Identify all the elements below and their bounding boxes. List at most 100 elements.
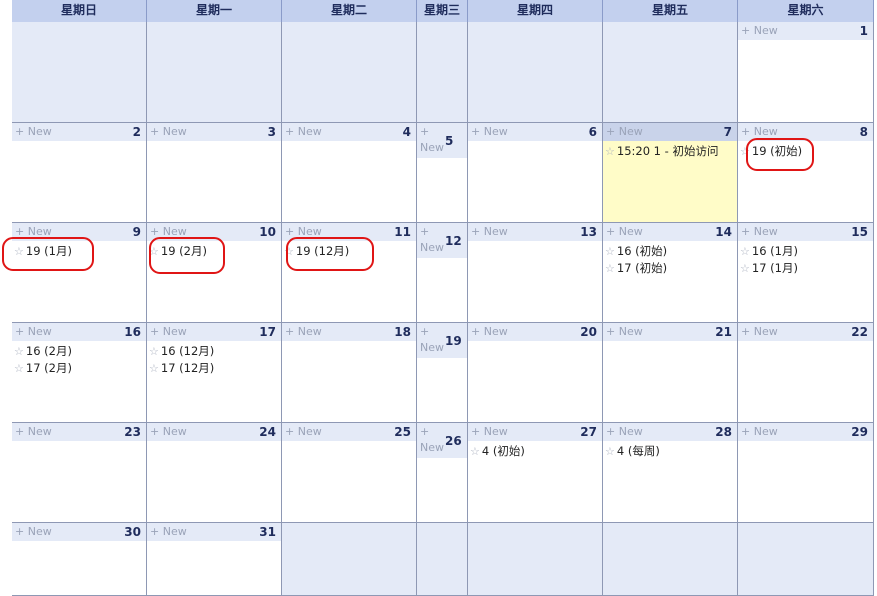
new-event-link[interactable]: + New bbox=[150, 525, 187, 538]
calendar-day-10[interactable]: + New 10 ☆ 19 (2月) bbox=[147, 223, 282, 323]
event-item[interactable]: ☆ 19 (12月) bbox=[284, 243, 414, 260]
event-item[interactable]: ☆ 16 (2月) bbox=[14, 343, 144, 360]
day-number[interactable]: 24 bbox=[259, 425, 276, 439]
new-event-link[interactable]: + New bbox=[285, 425, 322, 438]
calendar-day-8[interactable]: + New 8 ☆ 19 (初始) bbox=[738, 123, 874, 223]
calendar-day-31[interactable]: + New 31 bbox=[147, 523, 282, 596]
new-event-link[interactable]: + New bbox=[15, 425, 52, 438]
calendar-day-25[interactable]: + New 25 bbox=[282, 423, 417, 523]
calendar-day-29[interactable]: + New 29 bbox=[738, 423, 874, 523]
day-number[interactable]: 1 bbox=[860, 24, 868, 38]
calendar-day-22[interactable]: + New 22 bbox=[738, 323, 874, 423]
calendar-day-28[interactable]: + New 28 ☆ 4 (每周) bbox=[603, 423, 738, 523]
day-number[interactable]: 2 bbox=[133, 125, 141, 139]
new-event-link[interactable]: + New bbox=[606, 125, 643, 138]
new-event-link[interactable]: + New bbox=[420, 124, 444, 156]
new-event-link[interactable]: + New bbox=[606, 325, 643, 338]
event-item[interactable]: ☆ 19 (1月) bbox=[14, 243, 144, 260]
day-number[interactable]: 14 bbox=[715, 225, 732, 239]
calendar-day-27[interactable]: + New 27 ☆ 4 (初始) bbox=[468, 423, 603, 523]
new-event-link[interactable]: + New bbox=[420, 224, 444, 256]
day-number[interactable]: 31 bbox=[259, 525, 276, 539]
new-event-link[interactable]: + New bbox=[741, 425, 778, 438]
event-item[interactable]: ☆ 16 (1月) bbox=[740, 243, 871, 260]
event-item[interactable]: ☆ 17 (初始) bbox=[605, 260, 735, 277]
new-event-link[interactable]: + New bbox=[420, 424, 444, 456]
event-item[interactable]: ☆ 17 (12月) bbox=[149, 360, 279, 377]
new-event-link[interactable]: + New bbox=[606, 225, 643, 238]
day-number[interactable]: 16 bbox=[124, 325, 141, 339]
new-event-link[interactable]: + New bbox=[471, 325, 508, 338]
calendar-day-12[interactable]: + New 12 bbox=[417, 223, 468, 323]
event-item[interactable]: ☆ 19 (2月) bbox=[149, 243, 279, 260]
day-number[interactable]: 26 bbox=[445, 434, 462, 448]
new-event-link[interactable]: + New bbox=[150, 425, 187, 438]
day-number[interactable]: 9 bbox=[133, 225, 141, 239]
day-number[interactable]: 23 bbox=[124, 425, 141, 439]
day-number[interactable]: 17 bbox=[259, 325, 276, 339]
day-number[interactable]: 18 bbox=[394, 325, 411, 339]
day-number[interactable]: 28 bbox=[715, 425, 732, 439]
calendar-day-20[interactable]: + New 20 bbox=[468, 323, 603, 423]
calendar-day-26[interactable]: + New 26 bbox=[417, 423, 468, 523]
new-event-link[interactable]: + New bbox=[285, 125, 322, 138]
calendar-day-7[interactable]: + New 7 ☆ 15:20 1 - 初始访问 bbox=[603, 123, 738, 223]
event-item[interactable]: ☆ 17 (2月) bbox=[14, 360, 144, 377]
event-item[interactable]: ☆ 19 (初始) bbox=[740, 143, 871, 160]
new-event-link[interactable]: + New bbox=[285, 225, 322, 238]
event-item[interactable]: ☆ 4 (初始) bbox=[470, 443, 600, 460]
new-event-link[interactable]: + New bbox=[741, 125, 778, 138]
calendar-day-15[interactable]: + New 15 ☆ 16 (1月) ☆ 17 (1月) bbox=[738, 223, 874, 323]
new-event-link[interactable]: + New bbox=[150, 225, 187, 238]
day-number[interactable]: 20 bbox=[580, 325, 597, 339]
event-item[interactable]: ☆ 16 (初始) bbox=[605, 243, 735, 260]
calendar-day-24[interactable]: + New 24 bbox=[147, 423, 282, 523]
new-event-link[interactable]: + New bbox=[741, 325, 778, 338]
calendar-day-4[interactable]: + New 4 bbox=[282, 123, 417, 223]
calendar-day-9[interactable]: + New 9 ☆ 19 (1月) bbox=[2, 223, 147, 323]
day-number[interactable]: 4 bbox=[403, 125, 411, 139]
new-event-link[interactable]: + New bbox=[15, 525, 52, 538]
calendar-day-5[interactable]: + New 5 bbox=[417, 123, 468, 223]
calendar-day-2[interactable]: + New 2 bbox=[12, 123, 147, 223]
day-number[interactable]: 19 bbox=[445, 334, 462, 348]
calendar-day-17[interactable]: + New 17 ☆ 16 (12月) ☆ 17 (12月) bbox=[147, 323, 282, 423]
calendar-day-1[interactable]: + New 1 bbox=[738, 22, 874, 123]
new-event-link[interactable]: + New bbox=[471, 225, 508, 238]
day-number[interactable]: 21 bbox=[715, 325, 732, 339]
new-event-link[interactable]: + New bbox=[285, 325, 322, 338]
day-number[interactable]: 27 bbox=[580, 425, 597, 439]
day-number[interactable]: 15 bbox=[851, 225, 868, 239]
new-event-link[interactable]: + New bbox=[15, 325, 52, 338]
day-number[interactable]: 29 bbox=[851, 425, 868, 439]
calendar-day-21[interactable]: + New 21 bbox=[603, 323, 738, 423]
event-item[interactable]: ☆ 16 (12月) bbox=[149, 343, 279, 360]
new-event-link[interactable]: + New bbox=[15, 225, 52, 238]
calendar-day-16[interactable]: + New 16 ☆ 16 (2月) ☆ 17 (2月) bbox=[12, 323, 147, 423]
calendar-day-6[interactable]: + New 6 bbox=[468, 123, 603, 223]
calendar-day-19[interactable]: + New 19 bbox=[417, 323, 468, 423]
calendar-day-18[interactable]: + New 18 bbox=[282, 323, 417, 423]
new-event-link[interactable]: + New bbox=[741, 225, 778, 238]
day-number[interactable]: 30 bbox=[124, 525, 141, 539]
day-number[interactable]: 12 bbox=[445, 234, 462, 248]
calendar-day-3[interactable]: + New 3 bbox=[147, 123, 282, 223]
new-event-link[interactable]: + New bbox=[606, 425, 643, 438]
day-number[interactable]: 10 bbox=[259, 225, 276, 239]
day-number[interactable]: 13 bbox=[580, 225, 597, 239]
calendar-day-30[interactable]: + New 30 bbox=[12, 523, 147, 596]
day-number[interactable]: 6 bbox=[589, 125, 597, 139]
day-number[interactable]: 22 bbox=[851, 325, 868, 339]
calendar-day-14[interactable]: + New 14 ☆ 16 (初始) ☆ 17 (初始) bbox=[603, 223, 738, 323]
day-number[interactable]: 8 bbox=[860, 125, 868, 139]
day-number[interactable]: 5 bbox=[445, 134, 453, 148]
new-event-link[interactable]: + New bbox=[471, 125, 508, 138]
new-event-link[interactable]: + New bbox=[150, 325, 187, 338]
calendar-day-13[interactable]: + New 13 bbox=[468, 223, 603, 323]
event-item[interactable]: ☆ 15:20 1 - 初始访问 bbox=[605, 143, 735, 160]
new-event-link[interactable]: + New bbox=[741, 24, 778, 37]
new-event-link[interactable]: + New bbox=[15, 125, 52, 138]
event-item[interactable]: ☆ 17 (1月) bbox=[740, 260, 871, 277]
day-number[interactable]: 3 bbox=[268, 125, 276, 139]
day-number[interactable]: 11 bbox=[394, 225, 411, 239]
